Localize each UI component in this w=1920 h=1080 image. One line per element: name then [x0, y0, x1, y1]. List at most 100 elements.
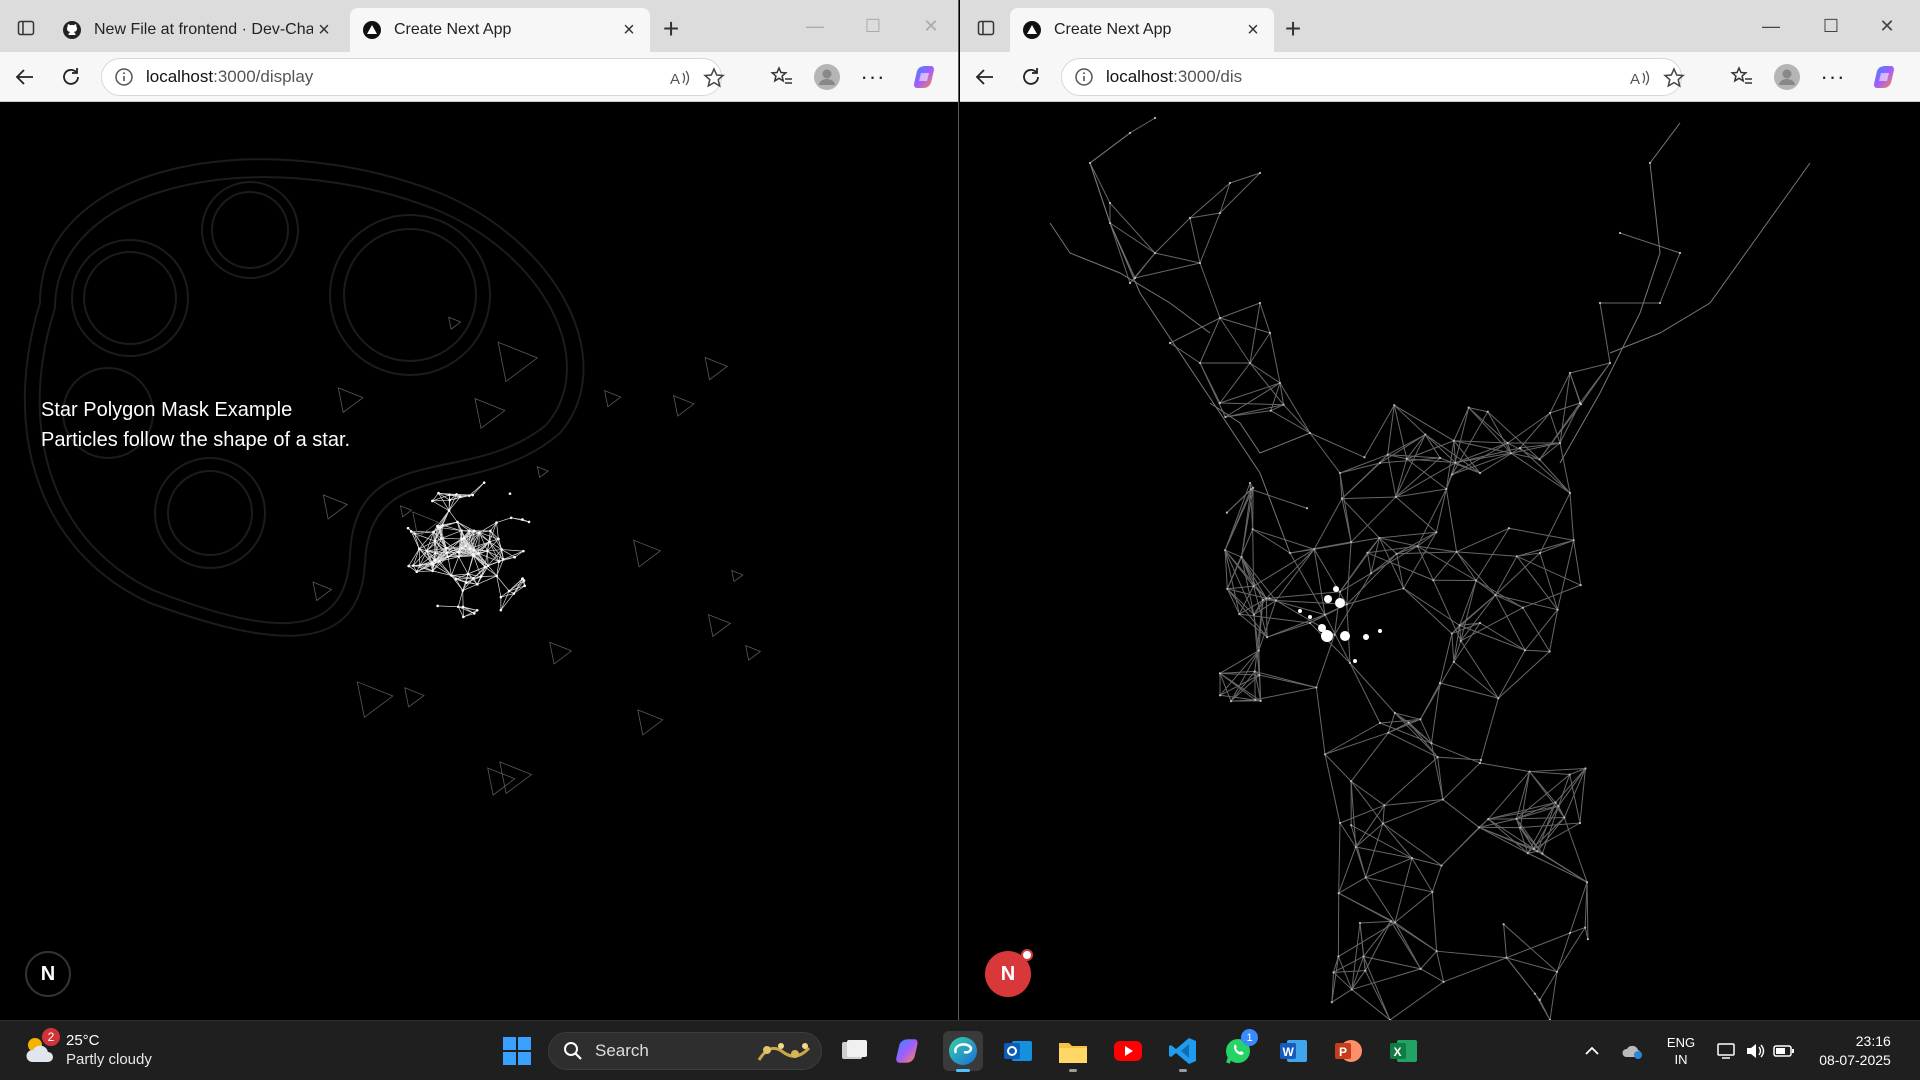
input-language-indicator[interactable]: ENG IN [1662, 1021, 1700, 1080]
particle [1502, 923, 1505, 926]
close-tab-icon[interactable]: × [1242, 19, 1264, 41]
tab-actions-icon[interactable] [972, 14, 1000, 42]
copilot-button[interactable] [909, 61, 941, 93]
particle [461, 605, 465, 609]
tab-actions-icon[interactable] [12, 14, 40, 42]
address-bar[interactable]: localhost:3000/dis A [1061, 58, 1685, 96]
address-bar[interactable]: localhost:3000/display A [101, 58, 725, 96]
particle [1497, 697, 1500, 700]
file-explorer-taskbar-button[interactable] [1053, 1031, 1093, 1072]
minimize-button[interactable]: — [1748, 8, 1794, 44]
new-tab-button[interactable]: + [1278, 14, 1308, 44]
outlook-taskbar-button[interactable] [998, 1031, 1038, 1071]
vscode-taskbar-button[interactable] [1163, 1031, 1203, 1072]
maximize-button[interactable]: ☐ [850, 8, 896, 44]
more-options-button[interactable]: ··· [1817, 61, 1849, 93]
outlook-icon [1004, 1041, 1032, 1061]
mesh-edge [1436, 950, 1507, 959]
mesh-edge [1431, 865, 1442, 893]
particle [1226, 587, 1229, 590]
read-aloud-icon[interactable]: A [668, 66, 692, 90]
nextjs-dev-indicator[interactable]: N [25, 951, 71, 997]
particle [479, 575, 483, 578]
particle [436, 604, 439, 608]
mesh-edge [1586, 882, 1589, 940]
clock[interactable]: 23:16 08-07-2025 [1812, 1021, 1898, 1080]
whatsapp-unread-badge: 1 [1241, 1029, 1258, 1046]
particle [445, 546, 448, 550]
profile-avatar-icon [1774, 64, 1800, 90]
mesh-edge [1315, 634, 1336, 688]
powerpoint-taskbar-button[interactable]: P [1328, 1031, 1368, 1071]
particle-link [432, 500, 450, 511]
onedrive-tray-icon[interactable] [1618, 1021, 1648, 1080]
site-info-icon[interactable] [1074, 67, 1094, 87]
particle [1509, 452, 1513, 455]
youtube-taskbar-button[interactable] [1108, 1031, 1148, 1071]
maximize-button[interactable]: ☐ [1808, 8, 1854, 44]
mesh-edge [1420, 950, 1438, 970]
mesh-edge [1569, 774, 1581, 824]
particle [448, 498, 452, 502]
mesh-edge [1506, 957, 1536, 994]
mesh-edge [1384, 756, 1439, 806]
tab-create-next-app[interactable]: Create Next App × [350, 8, 650, 52]
task-view-button[interactable] [834, 1031, 874, 1071]
particle [1218, 401, 1222, 405]
new-tab-button[interactable]: + [656, 14, 686, 44]
whatsapp-taskbar-button[interactable]: 1 [1218, 1029, 1258, 1071]
taskbar-search[interactable]: Search [548, 1032, 822, 1070]
highlight-particle [1340, 631, 1350, 641]
favorites-button[interactable] [1726, 61, 1758, 93]
mesh-edge [1359, 920, 1391, 924]
close-window-button[interactable]: ✕ [1864, 8, 1910, 44]
favorites-button[interactable] [766, 61, 798, 93]
copilot-button[interactable] [1869, 61, 1901, 93]
minimize-button[interactable]: — [792, 8, 838, 44]
particle [1393, 404, 1396, 407]
word-taskbar-button[interactable]: W [1273, 1031, 1313, 1071]
nextjs-dev-indicator[interactable]: N [985, 949, 1033, 997]
system-tray-status[interactable] [1714, 1021, 1798, 1080]
stray-particle-triangle [745, 644, 762, 661]
back-button[interactable] [969, 61, 1001, 93]
mesh-edge [1406, 458, 1447, 490]
show-hidden-icons-button[interactable] [1578, 1021, 1606, 1080]
more-options-button[interactable]: ··· [857, 61, 889, 93]
tab-github-new-file[interactable]: New File at frontend · Dev-Chaudhary × [50, 8, 345, 52]
favorites-list-icon [1730, 66, 1752, 84]
particle [447, 509, 451, 512]
favorite-star-icon[interactable] [1662, 66, 1686, 90]
profile-button[interactable] [1771, 61, 1803, 93]
edge-taskbar-button[interactable] [943, 1031, 983, 1072]
site-info-icon[interactable] [114, 67, 134, 87]
particle [1251, 528, 1254, 531]
tab-create-next-app[interactable]: Create Next App × [1010, 8, 1274, 52]
mesh-edge [1379, 537, 1418, 547]
tab-title: Create Next App [1054, 21, 1172, 38]
read-aloud-icon[interactable]: A [1628, 66, 1652, 90]
particle [1578, 821, 1582, 825]
particle [1363, 456, 1366, 459]
excel-taskbar-button[interactable]: X [1383, 1031, 1423, 1071]
mesh-edge [1539, 459, 1571, 494]
back-button[interactable] [9, 61, 41, 93]
refresh-button[interactable] [1015, 61, 1047, 93]
mesh-edge [1445, 488, 1458, 552]
close-tab-icon[interactable]: × [313, 19, 335, 41]
mesh-edge [1411, 857, 1433, 893]
favorite-star-icon[interactable] [702, 66, 726, 90]
mesh-edge [1225, 382, 1281, 418]
back-arrow-icon [975, 69, 993, 85]
profile-button[interactable] [811, 61, 843, 93]
close-tab-icon[interactable]: × [618, 19, 640, 41]
close-window-button[interactable]: ✕ [908, 8, 954, 44]
mesh-edge [1539, 552, 1559, 610]
particle [1218, 694, 1222, 697]
weather-widget[interactable]: 2 25°C Partly cloudy [22, 1028, 152, 1069]
particle [1533, 992, 1537, 995]
volume-icon [1747, 1044, 1765, 1058]
refresh-button[interactable] [55, 61, 87, 93]
copilot-taskbar-button[interactable] [888, 1031, 928, 1071]
start-button[interactable] [497, 1031, 537, 1071]
